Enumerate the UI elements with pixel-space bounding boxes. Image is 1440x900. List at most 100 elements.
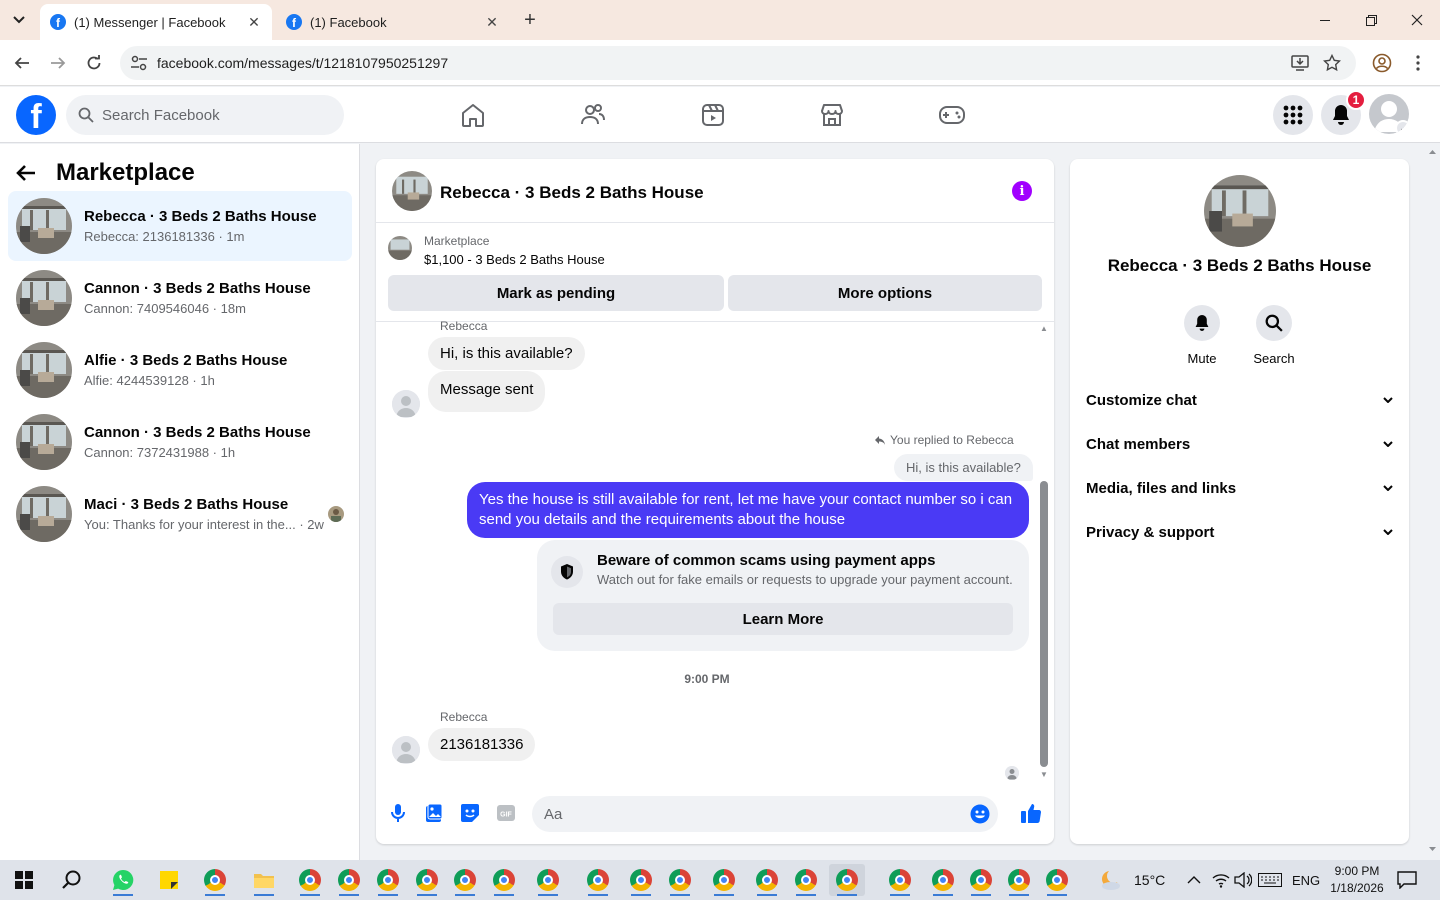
message-list[interactable]: Rebecca Hi, is this available? Message s… bbox=[376, 319, 1054, 780]
quoted-message[interactable]: Hi, is this available? bbox=[894, 454, 1033, 481]
listing-thumbnail[interactable] bbox=[388, 236, 412, 260]
conversation-item[interactable]: Rebecca · 3 Beds 2 Baths House Rebecca: … bbox=[8, 191, 352, 261]
conversation-item[interactable]: Alfie · 3 Beds 2 Baths House Alfie: 4244… bbox=[8, 335, 352, 405]
nav-home[interactable] bbox=[453, 95, 493, 135]
notification-center-button[interactable] bbox=[1397, 860, 1417, 900]
taskbar-chrome[interactable] bbox=[1001, 864, 1037, 896]
network-status[interactable] bbox=[1212, 860, 1230, 900]
show-hidden-icons[interactable] bbox=[1187, 860, 1201, 900]
scroll-up-icon[interactable]: ▲ bbox=[1039, 323, 1049, 333]
reload-button[interactable] bbox=[81, 50, 107, 76]
conversation-item[interactable]: Cannon · 3 Beds 2 Baths House Cannon: 73… bbox=[8, 407, 352, 477]
taskbar-chrome[interactable] bbox=[370, 864, 406, 896]
search-input[interactable] bbox=[102, 106, 322, 124]
close-window-button[interactable] bbox=[1394, 0, 1440, 40]
site-settings-icon[interactable] bbox=[130, 54, 148, 72]
microphone-icon[interactable] bbox=[386, 801, 410, 825]
weather-widget[interactable]: 15°C bbox=[1098, 860, 1165, 900]
conversation-item[interactable]: Maci · 3 Beds 2 Baths House You: Thanks … bbox=[8, 479, 352, 549]
scrollbar-thumb[interactable] bbox=[1040, 481, 1048, 767]
more-options-button[interactable]: More options bbox=[728, 275, 1042, 311]
taskbar-chrome[interactable] bbox=[706, 864, 742, 896]
taskbar-chrome[interactable] bbox=[788, 864, 824, 896]
maximize-button[interactable] bbox=[1348, 0, 1394, 40]
sticker-icon[interactable] bbox=[458, 801, 482, 825]
taskbar-chrome[interactable] bbox=[1039, 864, 1075, 896]
message-input[interactable] bbox=[544, 805, 964, 823]
taskbar-chrome[interactable] bbox=[925, 864, 961, 896]
tab-close-icon[interactable]: ✕ bbox=[246, 14, 262, 30]
nav-friends[interactable] bbox=[573, 95, 613, 135]
taskbar-chrome[interactable] bbox=[447, 864, 483, 896]
taskbar-chrome[interactable] bbox=[409, 864, 445, 896]
taskbar-chrome[interactable] bbox=[963, 864, 999, 896]
taskbar-whatsapp[interactable] bbox=[105, 864, 141, 896]
profile-button[interactable] bbox=[1369, 50, 1395, 76]
taskbar-chrome[interactable] bbox=[662, 864, 698, 896]
taskbar-sticky-notes[interactable] bbox=[151, 864, 187, 896]
chat-profile-picture[interactable] bbox=[1204, 175, 1276, 247]
back-arrow-icon[interactable] bbox=[16, 164, 46, 182]
browser-tab-facebook[interactable]: f (1) Facebook ✕ bbox=[276, 4, 510, 40]
taskbar-chrome[interactable] bbox=[486, 864, 522, 896]
input-language[interactable]: ENG bbox=[1292, 860, 1320, 900]
volume-control[interactable] bbox=[1234, 860, 1252, 900]
nav-gaming[interactable] bbox=[932, 95, 972, 135]
mark-as-pending-button[interactable]: Mark as pending bbox=[388, 275, 724, 311]
tab-close-icon[interactable]: ✕ bbox=[484, 14, 500, 30]
forward-button[interactable] bbox=[45, 50, 71, 76]
facebook-logo-icon[interactable]: f bbox=[16, 95, 56, 135]
mute-button[interactable]: Mute bbox=[1172, 305, 1232, 366]
listing-title[interactable]: $1,100 - 3 Beds 2 Baths House bbox=[424, 252, 605, 267]
taskbar-chrome[interactable] bbox=[882, 864, 918, 896]
taskbar-chrome[interactable] bbox=[197, 864, 233, 896]
nav-video[interactable] bbox=[693, 95, 733, 135]
photo-icon[interactable] bbox=[422, 801, 446, 825]
tab-search-button[interactable] bbox=[6, 8, 32, 32]
install-app-button[interactable] bbox=[1290, 53, 1310, 73]
info-icon[interactable]: i bbox=[1012, 181, 1032, 201]
start-button[interactable] bbox=[6, 864, 42, 896]
search-in-chat-button[interactable]: Search bbox=[1244, 305, 1304, 366]
section-chat-members[interactable]: Chat members bbox=[1086, 428, 1393, 460]
facebook-search[interactable] bbox=[66, 95, 344, 135]
section-media-files-links[interactable]: Media, files and links bbox=[1086, 472, 1393, 504]
chat-title[interactable]: Rebecca · 3 Beds 2 Baths House bbox=[440, 183, 704, 203]
message-bubble[interactable]: Hi, is this available? bbox=[428, 337, 585, 370]
menu-button[interactable] bbox=[1273, 95, 1313, 135]
taskbar-search-button[interactable] bbox=[54, 864, 90, 896]
browser-tab-messenger[interactable]: f (1) Messenger | Facebook ✕ bbox=[40, 4, 272, 40]
account-avatar[interactable]: ⌄ bbox=[1369, 94, 1409, 134]
taskbar-chrome[interactable] bbox=[623, 864, 659, 896]
bookmark-button[interactable] bbox=[1322, 53, 1342, 73]
new-tab-button[interactable]: + bbox=[518, 8, 542, 32]
section-privacy-support[interactable]: Privacy & support bbox=[1086, 516, 1393, 548]
minimize-button[interactable] bbox=[1302, 0, 1348, 40]
chat-scrollbar[interactable]: ▲ ▼ bbox=[1038, 323, 1050, 783]
browser-menu-button[interactable] bbox=[1405, 50, 1431, 76]
taskbar-chrome[interactable] bbox=[749, 864, 785, 896]
learn-more-button[interactable]: Learn More bbox=[553, 603, 1013, 635]
back-button[interactable] bbox=[9, 50, 35, 76]
message-bubble[interactable]: Message sent bbox=[428, 371, 546, 412]
emoji-icon[interactable] bbox=[970, 804, 990, 824]
page-scrollbar[interactable] bbox=[1425, 144, 1440, 860]
section-customize-chat[interactable]: Customize chat bbox=[1086, 384, 1393, 416]
chat-avatar[interactable] bbox=[392, 171, 432, 211]
scroll-down-icon[interactable]: ▼ bbox=[1039, 769, 1049, 779]
outgoing-message-bubble[interactable]: Yes the house is still available for ren… bbox=[467, 482, 1029, 538]
nav-marketplace[interactable] bbox=[812, 95, 852, 135]
taskbar-chrome[interactable] bbox=[331, 864, 367, 896]
message-bubble[interactable]: 2136181336 bbox=[428, 728, 536, 761]
url-text[interactable]: facebook.com/messages/t/1218107950251297 bbox=[157, 55, 448, 71]
taskbar-chrome[interactable] bbox=[530, 864, 566, 896]
like-thumbs-up-icon[interactable] bbox=[1019, 801, 1043, 825]
touch-keyboard[interactable] bbox=[1258, 860, 1282, 900]
gif-icon[interactable]: GIF bbox=[494, 801, 518, 825]
message-input-box[interactable] bbox=[532, 796, 998, 832]
taskbar-chrome-active[interactable] bbox=[829, 864, 865, 896]
taskbar-chrome[interactable] bbox=[292, 864, 328, 896]
system-clock[interactable]: 9:00 PM 1/18/2026 bbox=[1322, 863, 1392, 897]
conversation-item[interactable]: Cannon · 3 Beds 2 Baths House Cannon: 74… bbox=[8, 263, 352, 333]
omnibox[interactable]: facebook.com/messages/t/1218107950251297 bbox=[120, 46, 1356, 80]
